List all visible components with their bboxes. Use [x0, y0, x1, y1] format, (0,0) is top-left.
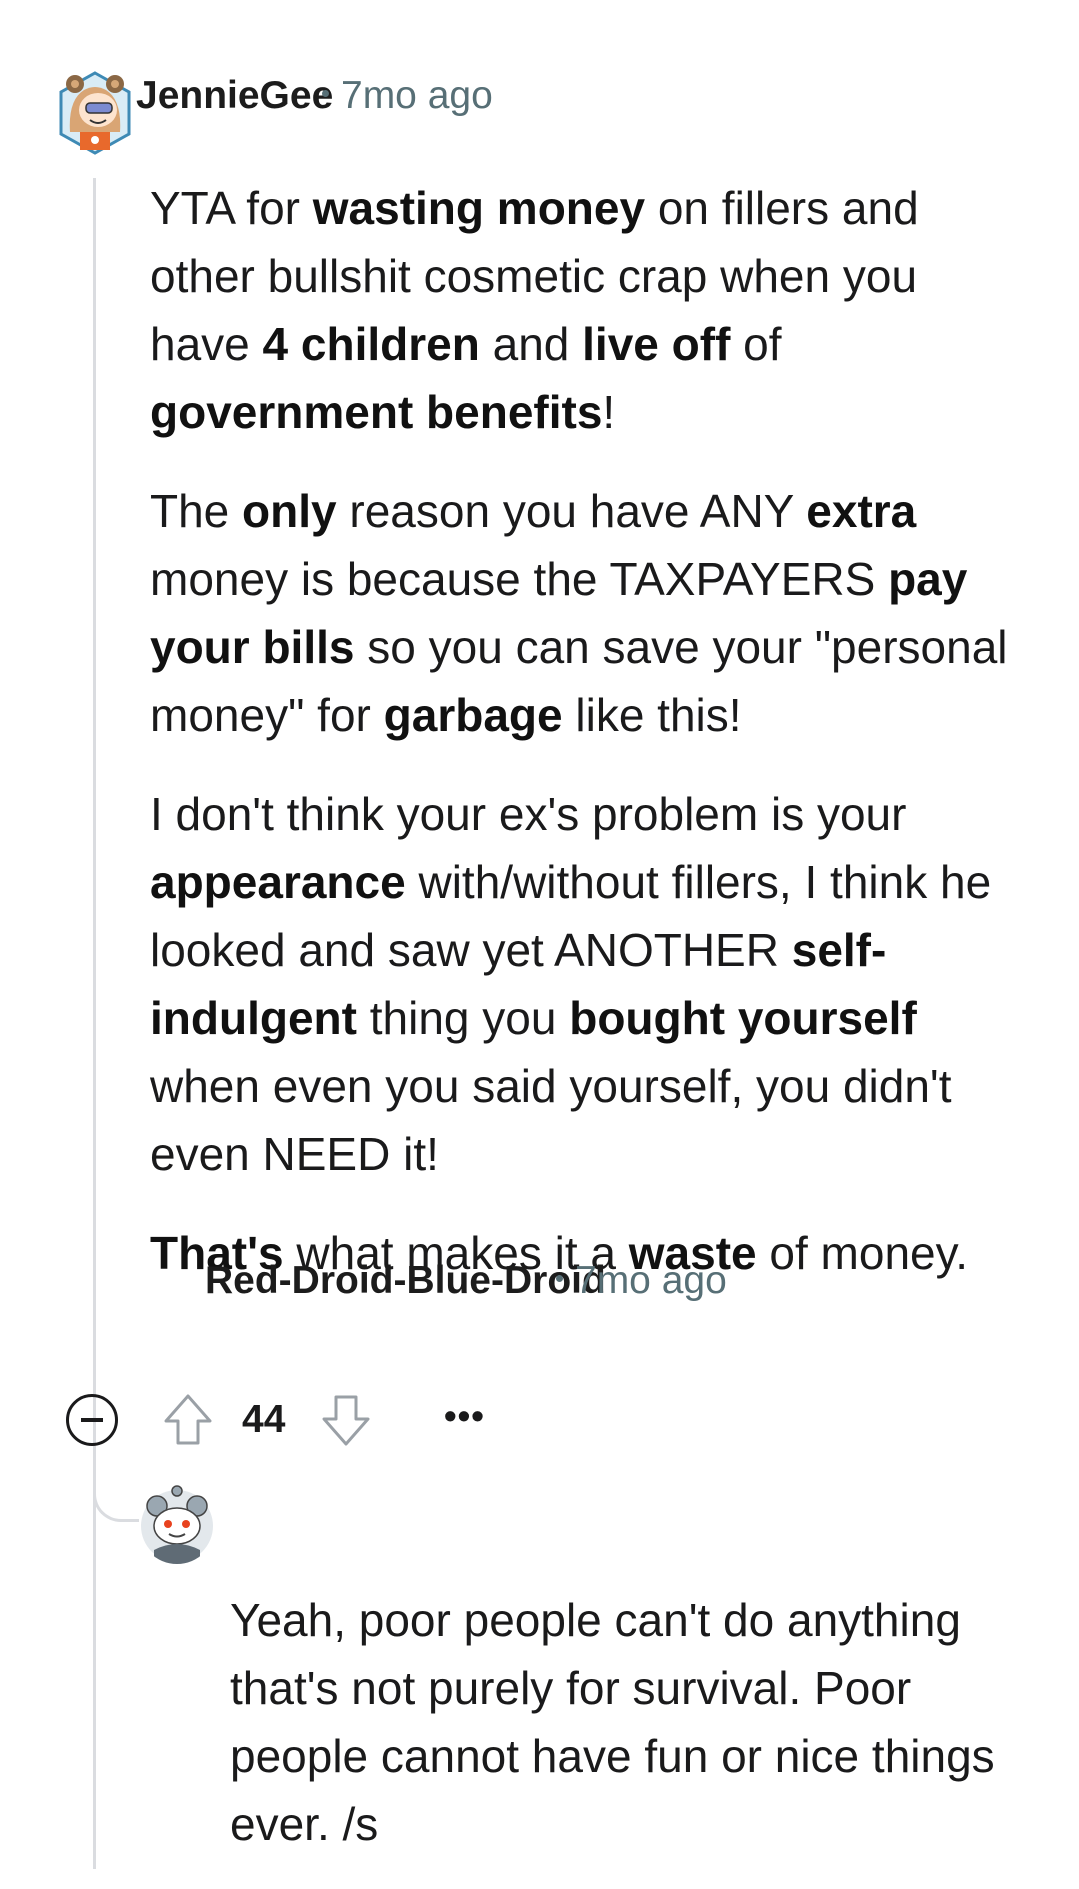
text-run: thing you: [356, 992, 570, 1044]
collapse-thread-button[interactable]: [66, 1394, 118, 1446]
bold-text: garbage: [383, 689, 563, 741]
comment-timestamp: 7mo ago: [322, 74, 493, 118]
bold-text: government benefits: [150, 386, 603, 438]
reply-user-avatar[interactable]: [138, 1484, 216, 1564]
separator-dot: [556, 1275, 563, 1283]
text-run: money is because the TAXPAYERS: [150, 553, 889, 605]
bold-text: live off: [582, 318, 731, 370]
comment-author[interactable]: JennieGee: [136, 74, 333, 118]
bold-text: extra: [806, 485, 917, 537]
text-run: !: [602, 386, 616, 438]
vote-score: 44: [242, 1398, 286, 1441]
thread-line[interactable]: [93, 178, 96, 1869]
text-run: when even you said yourself, you didn't …: [150, 1060, 952, 1180]
downvote-button[interactable]: [318, 1391, 374, 1449]
thread-reply-connector: [93, 1470, 139, 1522]
paragraph: The only reason you have ANY extra money…: [150, 477, 1020, 749]
reply-timestamp: 7mo ago: [556, 1259, 727, 1303]
upvote-arrow-icon: [164, 1394, 212, 1445]
text-run: The: [150, 485, 243, 537]
text-run: of money.: [756, 1227, 968, 1279]
comment-body: YTA for wasting money on fillers and oth…: [150, 174, 1020, 1318]
bold-text: bought yourself: [569, 992, 917, 1044]
paragraph: YTA for wasting money on fillers and oth…: [150, 174, 1020, 446]
bold-text: appearance: [150, 856, 406, 908]
user-avatar[interactable]: [58, 70, 132, 156]
reply-body: Yeah, poor people can't do anything that…: [230, 1586, 1030, 1889]
text-run: and: [479, 318, 583, 370]
separator-dot: [322, 90, 329, 98]
paragraph: I don't think your ex's problem is your …: [150, 780, 1020, 1188]
reply-author[interactable]: Red-Droid-Blue-Droid: [205, 1259, 606, 1303]
bold-text: wasting money: [312, 182, 646, 234]
comment-time: 7mo ago: [341, 74, 493, 117]
comment-action-bar: 44 •••: [66, 1391, 566, 1449]
downvote-arrow-icon: [322, 1395, 370, 1446]
snoo-avatar-bear-icon: [59, 71, 131, 155]
text-run: reason you have ANY: [336, 485, 807, 537]
upvote-button[interactable]: [160, 1391, 216, 1449]
text-run: Yeah, poor people can't do anything that…: [230, 1594, 995, 1850]
text-run: of: [730, 318, 782, 370]
bold-text: only: [242, 485, 337, 537]
text-run: I don't think your ex's problem is your: [150, 788, 907, 840]
bold-text: 4 children: [262, 318, 480, 370]
snoo-avatar-robot-icon: [141, 1485, 213, 1564]
text-run: YTA for: [150, 182, 313, 234]
more-options-button[interactable]: •••: [444, 1391, 485, 1441]
reply-time: 7mo ago: [575, 1259, 727, 1302]
paragraph: Yeah, poor people can't do anything that…: [230, 1586, 1030, 1858]
text-run: like this!: [562, 689, 742, 741]
